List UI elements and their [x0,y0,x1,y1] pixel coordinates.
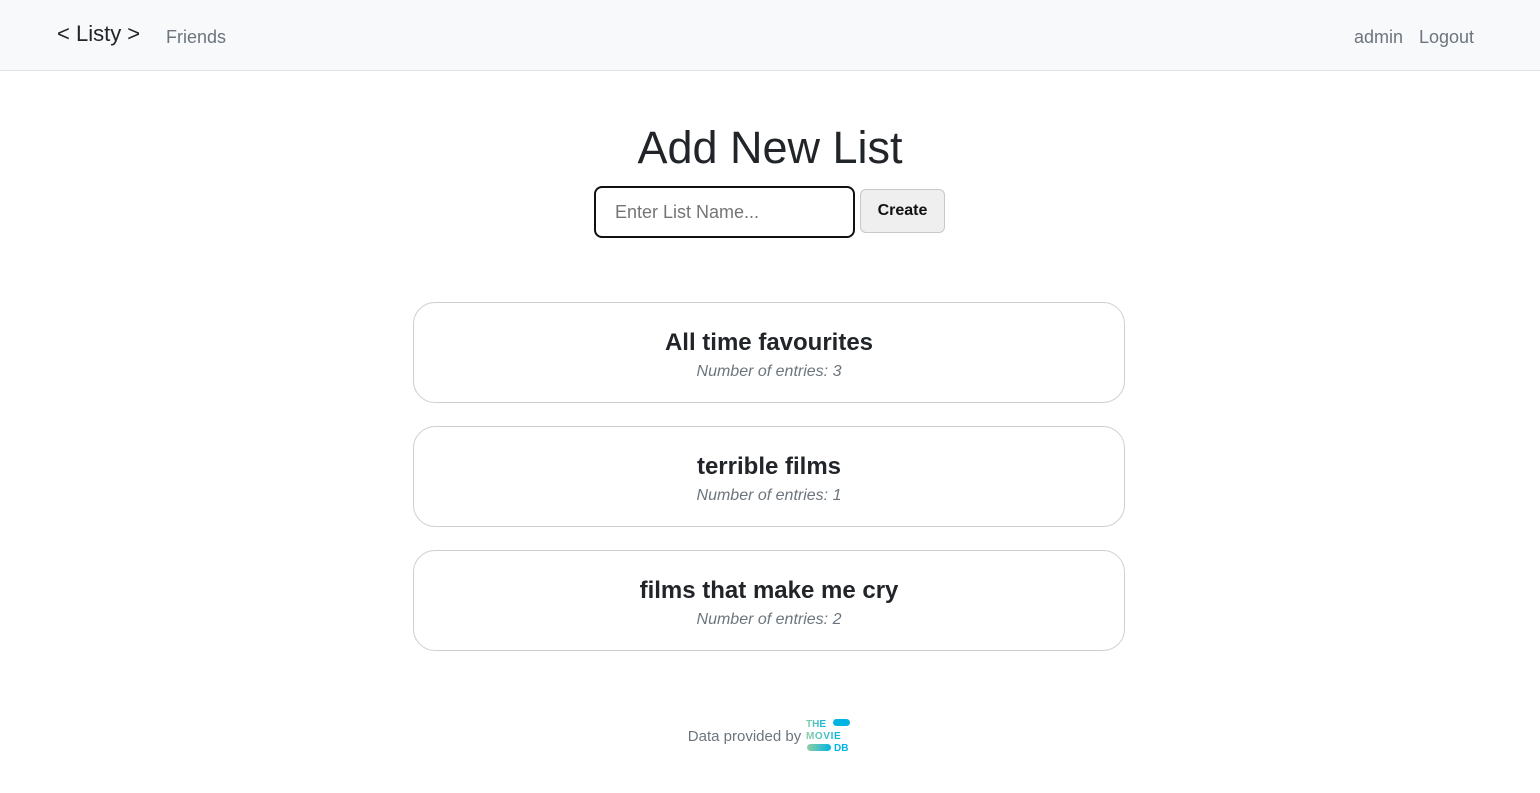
nav-logout-link[interactable]: Logout [1419,27,1474,48]
svg-text:THE: THE [806,719,826,730]
page-title: Add New List [637,122,903,173]
svg-text:MOVIE: MOVIE [806,731,841,742]
list-cards: All time favourites Number of entries: 3… [413,302,1125,674]
list-name-input[interactable] [594,186,855,238]
brand-link[interactable]: < Listy > [57,21,140,47]
nav-user-link[interactable]: admin [1354,27,1403,48]
footer-attribution-text: Data provided by [687,727,802,745]
list-card-entries: Number of entries: 3 [696,363,842,380]
svg-text:DB: DB [834,743,848,754]
list-card-entries: Number of entries: 1 [696,487,842,504]
list-card-title: All time favourites [664,329,874,356]
list-card-entries: Number of entries: 2 [696,611,842,628]
list-card-title: films that make me cry [639,577,899,604]
tmdb-logo-icon[interactable]: THE MOVIE DB [806,718,852,754]
list-card-title: terrible films [696,453,842,480]
nav-friends-link[interactable]: Friends [166,27,226,48]
list-card[interactable]: films that make me cry Number of entries… [413,550,1125,651]
list-card[interactable]: All time favourites Number of entries: 3 [413,302,1125,403]
footer: Data provided by THE MOVIE DB [0,718,1540,754]
top-navbar: < Listy > Friends admin Logout [0,0,1540,71]
list-card[interactable]: terrible films Number of entries: 1 [413,426,1125,527]
create-button[interactable]: Create [860,189,945,233]
